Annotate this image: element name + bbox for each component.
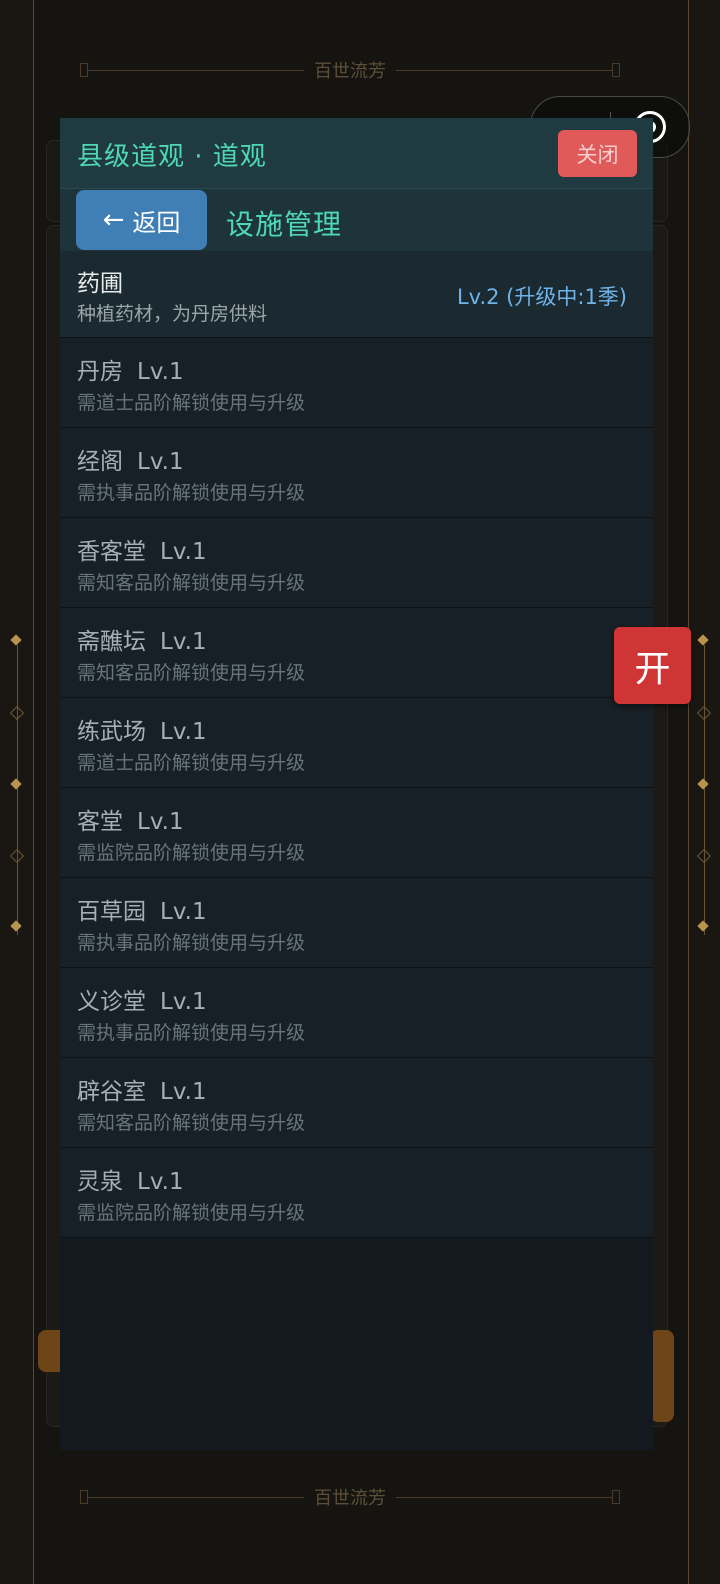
facility-name-text: 香客堂 [77,539,146,565]
ornament-diamond [10,634,22,646]
facility-name-text: 灵泉 [77,1169,123,1195]
facility-row[interactable]: 义诊堂 Lv.1 需执事品阶解锁使用与升级 [60,968,653,1058]
ornament-line [703,645,705,935]
facility-level: Lv.1 [137,449,184,475]
facility-name: 丹房 Lv.1 [77,352,184,386]
bottom-banner: 百世流芳 [80,1487,620,1509]
facility-name: 药圃 [77,271,123,297]
facility-row[interactable]: 客堂 Lv.1 需监院品阶解锁使用与升级 [60,788,653,878]
facility-level: Lv.1 [160,539,207,565]
facility-desc: 需监院品阶解锁使用与升级 [77,1202,306,1224]
facility-level: Lv.1 [160,629,207,655]
banner-cap [612,1490,620,1504]
facility-desc: 需执事品阶解锁使用与升级 [77,932,306,954]
facility-name: 香客堂 Lv.1 [77,532,207,566]
facility-name: 辟谷室 Lv.1 [77,1072,207,1106]
facility-name: 灵泉 Lv.1 [77,1162,184,1196]
facility-level: Lv.1 [137,1169,184,1195]
facility-row[interactable]: 香客堂 Lv.1 需知客品阶解锁使用与升级 [60,518,653,608]
ornament-diamond [9,848,25,864]
banner-text: 百世流芳 [314,61,386,82]
facility-dialog: 县级道观 · 道观 关闭 ← 返回 设施管理 药圃 种植药材，为丹房供料 Lv.… [60,118,653,1450]
facility-name-text: 百草园 [77,899,146,925]
facility-name: 义诊堂 Lv.1 [77,982,207,1016]
close-button[interactable]: 关闭 [558,130,637,177]
banner-line [396,1496,612,1498]
back-arrow-icon: ← [102,205,125,235]
facility-desc: 需执事品阶解锁使用与升级 [77,1022,306,1044]
banner-cap [80,63,88,77]
dialog-title: 县级道观 · 道观 [77,142,267,172]
banner-line [88,69,304,71]
left-border-ornament [0,0,34,1584]
facility-desc: 需知客品阶解锁使用与升级 [77,572,306,594]
ornament-diamond [697,778,709,790]
ornament-diamond [697,634,709,646]
facility-row[interactable]: 百草园 Lv.1 需执事品阶解锁使用与升级 [60,878,653,968]
ornament-diamond [696,705,712,721]
ornament-diamond [9,705,25,721]
ornament-diamond [10,920,22,932]
ornament-diamond [697,920,709,932]
background-orange-button [650,1330,674,1422]
facility-name-text: 丹房 [77,359,123,385]
banner-cap [80,1490,88,1504]
ornament-line [16,645,18,935]
facility-name: 斋醮坛 Lv.1 [77,622,207,656]
facility-desc: 需道士品阶解锁使用与升级 [77,392,306,414]
back-button[interactable]: ← 返回 [76,190,207,250]
banner-line [88,1496,304,1498]
facility-name-text: 义诊堂 [77,989,146,1015]
facility-row[interactable]: 经阁 Lv.1 需执事品阶解锁使用与升级 [60,428,653,518]
facility-name-text: 辟谷室 [77,1079,146,1105]
facility-row[interactable]: 练武场 Lv.1 需道士品阶解锁使用与升级 [60,698,653,788]
banner-line [396,69,612,71]
facility-row[interactable]: 灵泉 Lv.1 需监院品阶解锁使用与升级 [60,1148,653,1238]
facility-desc: 需道士品阶解锁使用与升级 [77,752,306,774]
ornament-diamond [10,778,22,790]
facility-name: 客堂 Lv.1 [77,802,184,836]
facility-level: Lv.1 [137,809,184,835]
facility-row-active[interactable]: 药圃 种植药材，为丹房供料 Lv.2 (升级中:1季) [60,251,653,338]
open-float-button[interactable]: 开 [614,627,691,704]
facility-name: 经阁 Lv.1 [77,442,184,476]
facility-row[interactable]: 丹房 Lv.1 需道士品阶解锁使用与升级 [60,338,653,428]
facility-name-text: 客堂 [77,809,123,835]
facility-desc: 种植药材，为丹房供料 [77,303,268,325]
facility-level: Lv.1 [137,359,184,385]
facility-desc: 需监院品阶解锁使用与升级 [77,842,306,864]
facility-row[interactable]: 辟谷室 Lv.1 需知客品阶解锁使用与升级 [60,1058,653,1148]
dialog-subbar: ← 返回 设施管理 [60,188,653,251]
facility-level: Lv.1 [160,1079,207,1105]
facility-level: Lv.1 [160,719,207,745]
top-banner: 百世流芳 [80,60,620,82]
facility-level: Lv.1 [160,989,207,1015]
facility-level: Lv.1 [160,899,207,925]
banner-cap [612,63,620,77]
right-border-ornament [686,0,720,1584]
facility-status: Lv.2 (升级中:1季) [456,285,627,309]
facility-desc: 需知客品阶解锁使用与升级 [77,1112,306,1134]
banner-text: 百世流芳 [314,1488,386,1509]
facility-list: 药圃 种植药材，为丹房供料 Lv.2 (升级中:1季) 丹房 Lv.1 需道士品阶解… [60,251,653,1238]
facility-name: 练武场 Lv.1 [77,712,207,746]
facility-row[interactable]: 斋醮坛 Lv.1 需知客品阶解锁使用与升级 [60,608,653,698]
facility-desc: 需执事品阶解锁使用与升级 [77,482,306,504]
ornament-diamond [696,848,712,864]
back-button-label: 返回 [132,208,181,237]
facility-name-text: 经阁 [77,449,123,475]
facility-name-text: 斋醮坛 [77,629,146,655]
dialog-header: 县级道观 · 道观 关闭 [60,118,653,188]
section-title: 设施管理 [226,208,343,241]
facility-desc: 需知客品阶解锁使用与升级 [77,662,306,684]
facility-name-text: 练武场 [77,719,146,745]
facility-name: 百草园 Lv.1 [77,892,207,926]
